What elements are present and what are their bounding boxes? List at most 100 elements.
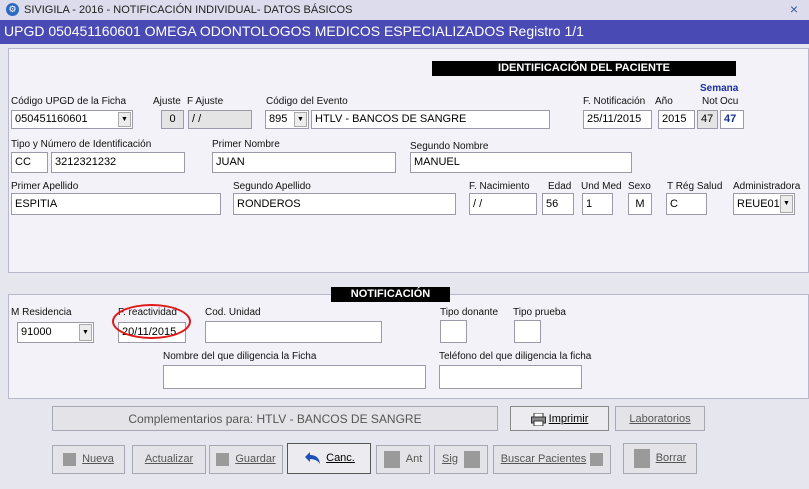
fnotif-field[interactable]: 25/11/2015 bbox=[583, 110, 652, 129]
telefono-field[interactable] bbox=[439, 365, 582, 389]
anterior-square-icon bbox=[383, 450, 400, 468]
treg-field[interactable]: C bbox=[666, 193, 707, 215]
segundo-nombre-field[interactable]: MANUEL bbox=[410, 152, 632, 173]
fajuste-field[interactable]: / / bbox=[188, 110, 252, 129]
cod-unidad-label: Cod. Unidad bbox=[205, 307, 261, 318]
actualizar-button[interactable]: Actualizar bbox=[132, 445, 206, 474]
ocu-label: Ocu bbox=[720, 96, 739, 107]
evento-code-value: 895 bbox=[269, 113, 288, 125]
imprimir-button[interactable]: Imprimir bbox=[510, 406, 609, 431]
upgd-select[interactable]: 050451160601 ▼ bbox=[11, 110, 133, 129]
nueva-label: Nueva bbox=[82, 453, 114, 465]
undmed-label: Und Med bbox=[581, 181, 622, 192]
primer-nombre-field[interactable]: JUAN bbox=[212, 152, 396, 173]
upgd-header-bar: UPGD 050451160601 OMEGA ODONTOLOGOS MEDI… bbox=[0, 20, 809, 44]
siguiente-button[interactable]: Sig bbox=[434, 445, 488, 474]
anio-label: Año bbox=[655, 96, 673, 107]
dropdown-arrow-icon[interactable]: ▼ bbox=[780, 195, 793, 213]
evento-code-select[interactable]: 895 ▼ bbox=[265, 110, 309, 129]
edad-label: Edad bbox=[548, 181, 572, 192]
mres-select-value: 91000 bbox=[21, 326, 52, 338]
fnac-field[interactable]: / / bbox=[469, 193, 537, 215]
buscar-pacientes-button[interactable]: Buscar Pacientes bbox=[493, 445, 611, 474]
guardar-label: Guardar bbox=[235, 453, 276, 465]
primer-apellido-label: Primer Apellido bbox=[11, 181, 79, 192]
nueva-square-icon bbox=[63, 452, 77, 466]
nueva-button[interactable]: Nueva bbox=[52, 445, 125, 474]
mres-select[interactable]: 91000 ▼ bbox=[17, 322, 94, 343]
complementarios-label: Complementarios para: HTLV - BANCOS DE S… bbox=[128, 412, 422, 426]
guardar-button[interactable]: Guardar bbox=[209, 445, 283, 474]
primer-apellido-field[interactable]: ESPITIA bbox=[11, 193, 221, 215]
upgd-label: Código UPGD de la Ficha bbox=[11, 96, 127, 107]
upgd-header-text: UPGD 050451160601 OMEGA ODONTOLOGOS MEDI… bbox=[4, 23, 584, 39]
siguiente-label: Sig bbox=[442, 453, 458, 465]
segundo-apellido-field[interactable]: RONDEROS bbox=[233, 193, 456, 215]
admin-select-value: REUE01 bbox=[737, 198, 780, 210]
fnotif-label: F. Notificación bbox=[583, 96, 646, 107]
borrar-button[interactable]: Borrar bbox=[623, 443, 697, 474]
dropdown-arrow-icon[interactable]: ▼ bbox=[118, 112, 131, 127]
close-icon[interactable]: × bbox=[783, 1, 805, 18]
dropdown-arrow-icon[interactable]: ▼ bbox=[294, 112, 307, 127]
tipo-donante-field[interactable] bbox=[440, 320, 467, 343]
dropdown-arrow-icon[interactable]: ▼ bbox=[79, 324, 92, 341]
guardar-square-icon bbox=[216, 452, 230, 466]
edad-field[interactable]: 56 bbox=[542, 193, 574, 215]
treg-label: T Rég Salud bbox=[667, 181, 723, 192]
laboratorios-button[interactable]: Laboratorios bbox=[615, 406, 705, 431]
segundo-apellido-label: Segundo Apellido bbox=[233, 181, 311, 192]
nombre-diligencia-field[interactable] bbox=[163, 365, 426, 389]
patient-banner: IDENTIFICACIÓN DEL PACIENTE bbox=[432, 61, 736, 76]
fnac-label: F. Nacimiento bbox=[469, 181, 530, 192]
anterior-label: Ant bbox=[405, 453, 423, 465]
siguiente-square-icon bbox=[463, 450, 480, 468]
tipo-donante-label: Tipo donante bbox=[440, 307, 499, 318]
semana-ocu-field[interactable]: 47 bbox=[720, 110, 744, 129]
nombre-diligencia-label: Nombre del que diligencia la Ficha bbox=[163, 351, 317, 362]
imprimir-label: Imprimir bbox=[548, 413, 589, 425]
semana-not-field: 47 bbox=[697, 110, 718, 129]
laboratorios-label: Laboratorios bbox=[629, 413, 691, 425]
buscar-pacientes-label: Buscar Pacientes bbox=[500, 453, 587, 465]
anio-field[interactable]: 2015 bbox=[658, 110, 695, 129]
upgd-select-value: 050451160601 bbox=[15, 113, 88, 125]
telefono-label: Teléfono del que diligencia la ficha bbox=[439, 351, 592, 362]
not-label: Not bbox=[702, 96, 718, 107]
borrar-label: Borrar bbox=[655, 452, 687, 464]
admin-label: Administradora bbox=[733, 181, 801, 192]
tipo-id-label: Tipo y Número de Identificación bbox=[11, 139, 152, 150]
fajuste-label: F Ajuste bbox=[187, 96, 224, 107]
evento-name-field[interactable]: HTLV - BANCOS DE SANGRE bbox=[311, 110, 550, 129]
sexo-field[interactable]: M bbox=[628, 193, 652, 215]
anterior-button[interactable]: Ant bbox=[376, 445, 430, 474]
actualizar-label: Actualizar bbox=[144, 453, 194, 465]
complementarios-button[interactable]: Complementarios para: HTLV - BANCOS DE S… bbox=[52, 406, 498, 431]
semana-label: Semana bbox=[700, 83, 739, 94]
buscar-square-icon bbox=[590, 452, 604, 466]
undo-arrow-icon bbox=[305, 452, 321, 465]
window-titlebar: ⚙ SIVIGILA - 2016 - NOTIFICACIÓN INDIVID… bbox=[0, 0, 809, 20]
mres-label: M Residencia bbox=[11, 307, 72, 318]
window-app-icon: ⚙ bbox=[6, 3, 19, 16]
freact-highlight-circle bbox=[112, 304, 191, 339]
sexo-label: Sexo bbox=[628, 181, 651, 192]
cancelar-label: Canc. bbox=[326, 452, 355, 464]
tipo-id-field[interactable]: CC bbox=[11, 152, 48, 173]
cod-unidad-field[interactable] bbox=[205, 321, 382, 343]
tipo-prueba-field[interactable] bbox=[514, 320, 541, 343]
segundo-nombre-label: Segundo Nombre bbox=[410, 141, 489, 152]
window-title: SIVIGILA - 2016 - NOTIFICACIÓN INDIVIDUA… bbox=[24, 4, 353, 16]
notification-banner: NOTIFICACIÓN bbox=[331, 287, 450, 302]
primer-nombre-label: Primer Nombre bbox=[212, 139, 280, 150]
undmed-field[interactable]: 1 bbox=[582, 193, 613, 215]
cancelar-button[interactable]: Canc. bbox=[287, 443, 371, 474]
borrar-square-icon bbox=[633, 448, 650, 468]
num-id-field[interactable]: 3212321232 bbox=[51, 152, 185, 173]
admin-select[interactable]: REUE01 ▼ bbox=[733, 193, 795, 215]
ajuste-label: Ajuste bbox=[153, 96, 181, 107]
tipo-prueba-label: Tipo prueba bbox=[513, 307, 566, 318]
ajuste-field[interactable]: 0 bbox=[161, 110, 184, 129]
printer-icon bbox=[530, 412, 546, 427]
evento-label: Código del Evento bbox=[266, 96, 348, 107]
